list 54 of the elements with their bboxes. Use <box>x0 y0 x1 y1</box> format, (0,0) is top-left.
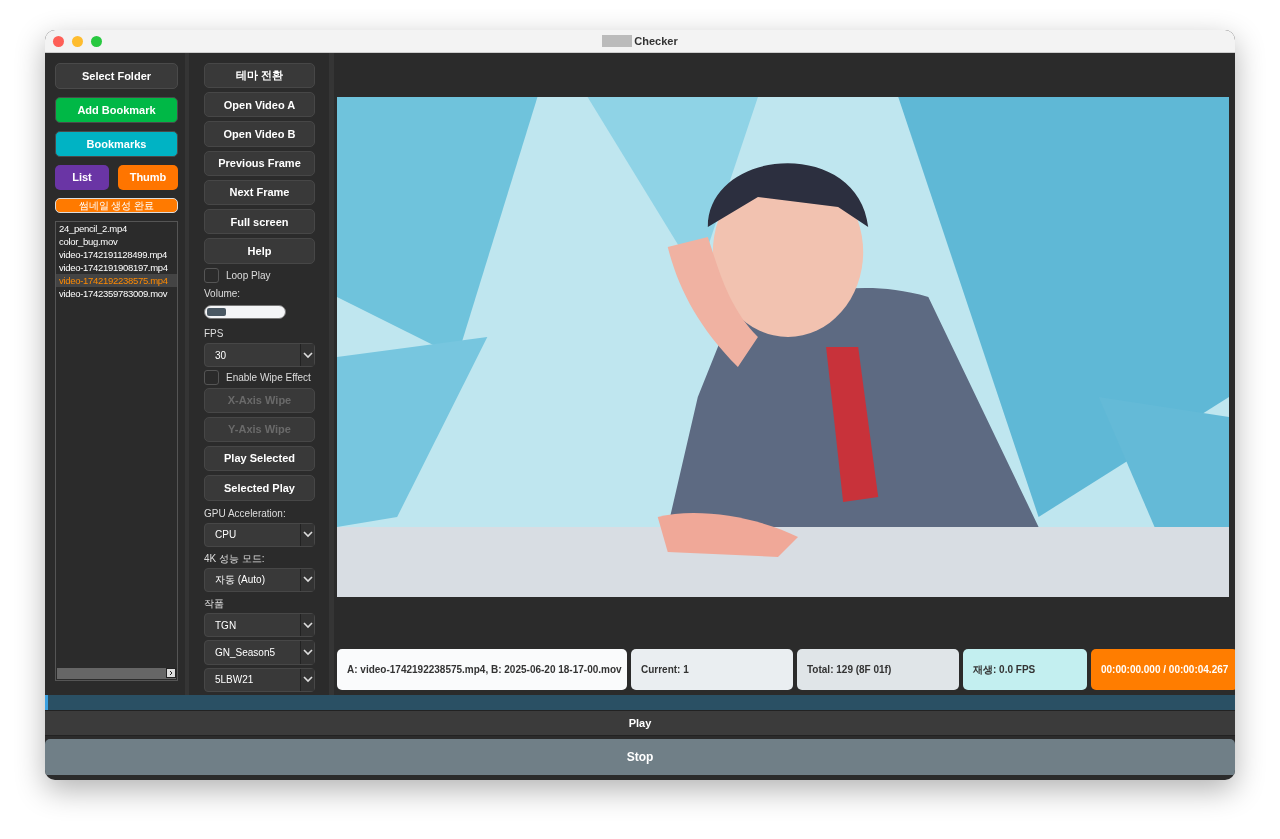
file-item[interactable]: video-1742359783009.mov <box>56 287 177 300</box>
panel-button[interactable]: Select Folder <box>55 63 178 89</box>
status-card: Total: 129 (8F 01f) <box>797 649 959 690</box>
dropdown[interactable]: 30 <box>204 342 315 368</box>
volume-slider[interactable] <box>204 305 286 319</box>
status-card: Current: 1 <box>631 649 793 690</box>
field-label: GPU Acceleration: <box>204 506 286 521</box>
window-title: Checker <box>634 33 678 49</box>
file-item[interactable]: video-1742192238575.mp4 <box>56 274 177 287</box>
minimize-icon[interactable] <box>72 35 83 47</box>
status-pill: 썸네일 생성 완료 <box>55 198 178 213</box>
right-arrow-icon[interactable] <box>166 668 176 678</box>
play-button[interactable]: Play <box>45 710 1235 736</box>
control-button[interactable]: Next Frame <box>204 179 315 206</box>
checkbox[interactable] <box>204 267 219 283</box>
view-toggle-button[interactable]: List <box>55 165 109 190</box>
status-card: 00:00:00.000 / 00:00:04.267 <box>1091 649 1235 690</box>
field-label: FPS <box>204 326 224 341</box>
field-label: Volume: <box>204 287 241 302</box>
file-item[interactable]: video-1742191908197.mp4 <box>56 261 177 274</box>
control-button[interactable]: 테마 전환 <box>204 63 315 89</box>
status-card: A: video-1742192238575.mp4, B: 2025-06-20 18-17-00.mov <box>337 649 627 690</box>
checkbox-label: Enable Wipe Effect <box>226 371 311 386</box>
field-label: 작품 <box>204 597 224 612</box>
horizontal-scrollbar[interactable] <box>57 668 176 679</box>
maximize-icon[interactable] <box>91 35 102 47</box>
file-item[interactable]: 24_pencil_2.mp4 <box>56 222 177 235</box>
dropdown[interactable]: TGN <box>204 613 315 638</box>
dropdown[interactable]: 5LBW21 <box>204 667 315 692</box>
redacted-block <box>602 35 633 47</box>
dropdown[interactable]: CPU <box>204 522 315 547</box>
checkbox-label: Loop Play <box>226 268 271 283</box>
chevron-icon <box>302 351 313 359</box>
control-button[interactable]: Open Video B <box>204 121 315 147</box>
control-button[interactable]: Help <box>204 238 315 264</box>
chevron-icon <box>302 531 313 539</box>
file-item[interactable]: video-1742191128499.mp4 <box>56 248 177 261</box>
dropdown[interactable]: 자동 (Auto) <box>204 567 315 593</box>
field-label: 4K 성능 모드: <box>204 551 265 566</box>
chevron-icon <box>302 676 313 684</box>
chevron-icon <box>302 649 313 656</box>
chevron-icon <box>302 621 313 629</box>
status-card: 재생: 0.0 FPS <box>963 649 1087 690</box>
stop-button[interactable]: Stop <box>45 739 1235 775</box>
control-button[interactable]: Selected Play <box>204 475 315 501</box>
close-icon[interactable] <box>53 35 64 47</box>
checkbox[interactable] <box>204 370 219 386</box>
dropdown[interactable]: GN_Season5 <box>204 640 315 665</box>
control-button[interactable]: Full screen <box>204 209 315 235</box>
control-button[interactable]: Play Selected <box>204 446 315 472</box>
control-button[interactable]: Previous Frame <box>204 150 315 176</box>
chevron-icon <box>302 576 313 584</box>
control-button[interactable]: Open Video A <box>204 92 315 118</box>
file-item[interactable]: color_bug.mov <box>56 235 177 248</box>
